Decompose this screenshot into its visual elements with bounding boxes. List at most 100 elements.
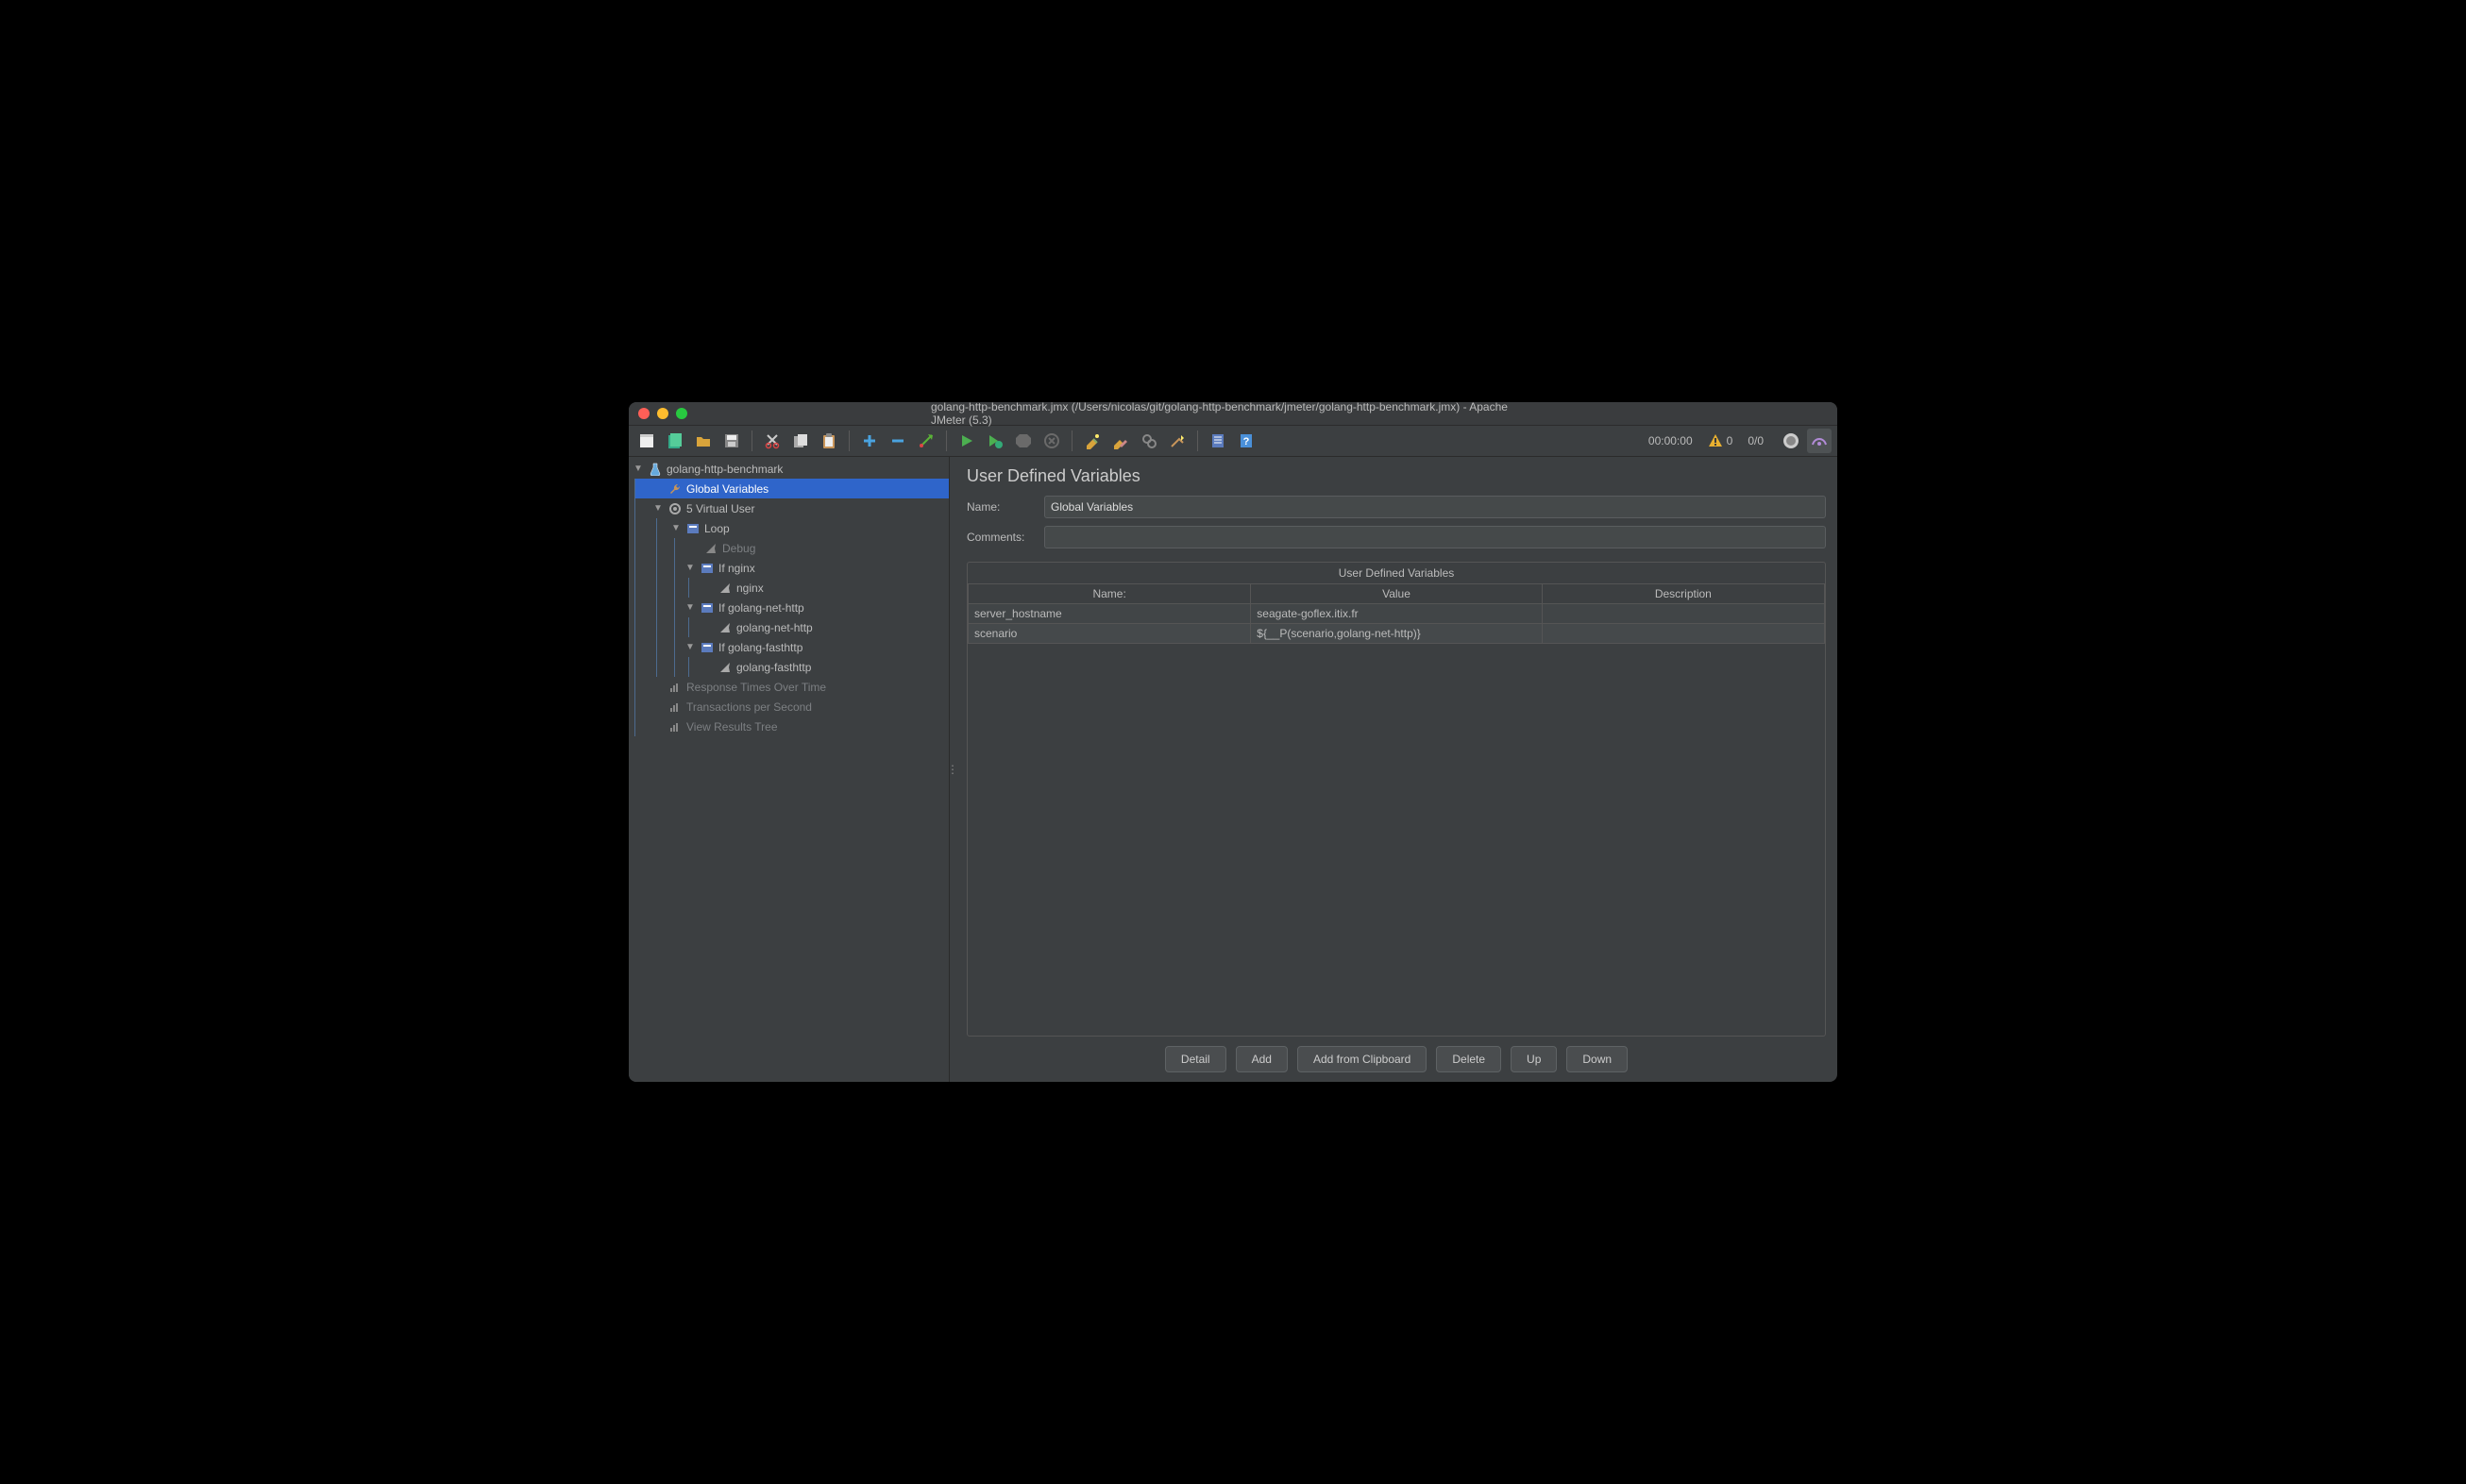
- toolbar: ? 00:00:00 0 0/0: [629, 425, 1837, 457]
- name-row: Name:: [967, 496, 1826, 518]
- tree-label: If golang-fasthttp: [718, 641, 802, 654]
- new-button[interactable]: [634, 429, 659, 453]
- editor-panel: User Defined Variables Name: Comments: U…: [955, 457, 1837, 1082]
- tree-label: Transactions per Second: [686, 700, 812, 714]
- table-row[interactable]: server_hostname seagate-goflex.itix.fr: [969, 604, 1825, 624]
- reset-search-button[interactable]: [1165, 429, 1190, 453]
- cell-desc[interactable]: [1542, 624, 1824, 644]
- controller-icon: [700, 640, 715, 655]
- stop-button[interactable]: [1011, 429, 1036, 453]
- cell-desc[interactable]: [1542, 604, 1824, 624]
- tree-node-golang-net-http[interactable]: golang-net-http: [689, 617, 949, 637]
- zoom-window-button[interactable]: [676, 408, 687, 419]
- tree-node-if-golang-net-http[interactable]: ▼ If golang-net-http: [675, 598, 949, 617]
- warnings-indicator[interactable]: 0: [1708, 433, 1733, 448]
- sampler-icon: [718, 620, 733, 635]
- thread-count: 0/0: [1748, 434, 1764, 447]
- cell-name[interactable]: scenario: [969, 624, 1251, 644]
- clear-all-button[interactable]: [1108, 429, 1133, 453]
- shutdown-button[interactable]: [1039, 429, 1064, 453]
- cell-value[interactable]: ${__P(scenario,golang-net-http)}: [1251, 624, 1542, 644]
- tree-node-tps[interactable]: Transactions per Second: [635, 697, 949, 717]
- variables-table[interactable]: Name: Value Description server_hostname …: [968, 583, 1825, 644]
- tree-node-test-plan[interactable]: ▼ golang-http-benchmark: [629, 459, 949, 479]
- wrench-icon: [667, 481, 683, 497]
- down-button[interactable]: Down: [1566, 1046, 1628, 1072]
- titlebar: golang-http-benchmark.jmx (/Users/nicola…: [629, 402, 1837, 425]
- variables-table-wrap: User Defined Variables Name: Value Descr…: [967, 562, 1826, 1037]
- add-clipboard-button[interactable]: Add from Clipboard: [1297, 1046, 1427, 1072]
- tree-node-response-times[interactable]: Response Times Over Time: [635, 677, 949, 697]
- delete-button[interactable]: Delete: [1436, 1046, 1501, 1072]
- tree-label: Response Times Over Time: [686, 681, 826, 694]
- expand-toggle[interactable]: ▼: [652, 503, 664, 514]
- cut-button[interactable]: [760, 429, 785, 453]
- add-button[interactable]: Add: [1236, 1046, 1288, 1072]
- tree-label: If nginx: [718, 562, 755, 575]
- name-label: Name:: [967, 500, 1044, 514]
- expand-toggle[interactable]: ▼: [670, 523, 682, 533]
- remove-button[interactable]: [886, 429, 910, 453]
- cell-value[interactable]: seagate-goflex.itix.fr: [1251, 604, 1542, 624]
- tree-label: 5 Virtual User: [686, 502, 754, 515]
- controller-icon: [700, 600, 715, 616]
- save-button[interactable]: [719, 429, 744, 453]
- col-name[interactable]: Name:: [969, 584, 1251, 604]
- tree-label: golang-http-benchmark: [667, 463, 783, 476]
- controller-icon: [700, 561, 715, 576]
- search-button[interactable]: [1137, 429, 1161, 453]
- copy-button[interactable]: [788, 429, 813, 453]
- sampler-icon: [718, 581, 733, 596]
- minimize-window-button[interactable]: [657, 408, 668, 419]
- tree-node-golang-fasthttp[interactable]: golang-fasthttp: [689, 657, 949, 677]
- tree-node-debug[interactable]: Debug: [675, 538, 949, 558]
- expand-toggle[interactable]: ▼: [684, 642, 696, 652]
- open-button[interactable]: [691, 429, 716, 453]
- table-buttons: Detail Add Add from Clipboard Delete Up …: [967, 1037, 1826, 1072]
- start-button[interactable]: [954, 429, 979, 453]
- clear-button[interactable]: [1080, 429, 1105, 453]
- col-description[interactable]: Description: [1542, 584, 1824, 604]
- tree-node-global-variables[interactable]: Global Variables: [635, 479, 949, 498]
- main-body: ▼ golang-http-benchmark Global Variables…: [629, 457, 1837, 1082]
- comments-label: Comments:: [967, 531, 1044, 544]
- name-input[interactable]: [1044, 496, 1826, 518]
- chart-icon: [667, 719, 683, 734]
- expand-toggle[interactable]: ▼: [684, 563, 696, 573]
- tree-label: Global Variables: [686, 482, 769, 496]
- tree-node-if-nginx[interactable]: ▼ If nginx: [675, 558, 949, 578]
- help-button[interactable]: ?: [1234, 429, 1258, 453]
- paste-button[interactable]: [817, 429, 841, 453]
- table-row[interactable]: scenario ${__P(scenario,golang-net-http)…: [969, 624, 1825, 644]
- tree-label: Loop: [704, 522, 730, 535]
- add-button[interactable]: [857, 429, 882, 453]
- start-no-pause-button[interactable]: [983, 429, 1007, 453]
- tree-label: Debug: [722, 542, 755, 555]
- tree-node-nginx[interactable]: nginx: [689, 578, 949, 598]
- tree-node-if-golang-fasthttp[interactable]: ▼ If golang-fasthttp: [675, 637, 949, 657]
- window-controls: [638, 408, 687, 419]
- jmeter-logo-icon: [1807, 429, 1832, 453]
- app-window: golang-http-benchmark.jmx (/Users/nicola…: [629, 402, 1837, 1082]
- cell-name[interactable]: server_hostname: [969, 604, 1251, 624]
- tree-label: golang-fasthttp: [736, 661, 811, 674]
- expand-toggle[interactable]: ▼: [684, 602, 696, 613]
- close-window-button[interactable]: [638, 408, 650, 419]
- expand-toggle[interactable]: ▼: [633, 464, 644, 474]
- tree-node-view-results[interactable]: View Results Tree: [635, 717, 949, 736]
- col-value[interactable]: Value: [1251, 584, 1542, 604]
- svg-text:?: ?: [1243, 436, 1250, 447]
- up-button[interactable]: Up: [1511, 1046, 1557, 1072]
- tree-node-thread-group[interactable]: ▼ 5 Virtual User: [635, 498, 949, 518]
- threads-icon: [1779, 429, 1803, 453]
- toggle-button[interactable]: [914, 429, 938, 453]
- test-plan-tree[interactable]: ▼ golang-http-benchmark Global Variables…: [629, 457, 950, 1082]
- chart-icon: [667, 700, 683, 715]
- tree-label: golang-net-http: [736, 621, 813, 634]
- comments-input[interactable]: [1044, 526, 1826, 548]
- tree-node-loop[interactable]: ▼ Loop: [657, 518, 949, 538]
- function-helper-button[interactable]: [1206, 429, 1230, 453]
- templates-button[interactable]: [663, 429, 687, 453]
- tree-label: View Results Tree: [686, 720, 778, 734]
- detail-button[interactable]: Detail: [1165, 1046, 1226, 1072]
